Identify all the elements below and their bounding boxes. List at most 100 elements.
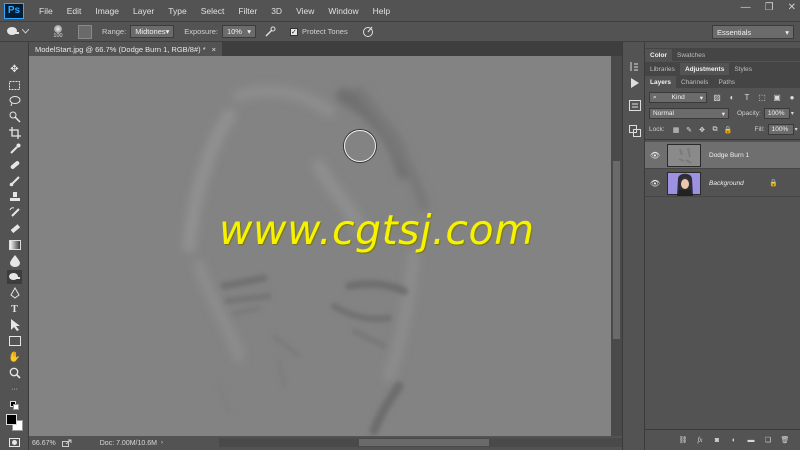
foreground-color-swatch[interactable] (6, 414, 17, 425)
healing-brush-tool-icon[interactable] (7, 158, 22, 172)
link-layers-icon[interactable]: ⛓ (678, 435, 688, 445)
brush-preset-picker[interactable]: 100 (48, 23, 68, 41)
document-tab[interactable]: ModelStart.jpg @ 66.7% (Dodge Burn 1, RG… (29, 42, 223, 56)
tab-swatches[interactable]: Swatches (672, 49, 710, 61)
tab-channels[interactable]: Channels (676, 76, 713, 88)
fill-input[interactable]: 100% (767, 124, 794, 135)
eraser-tool-icon[interactable] (7, 222, 22, 236)
color-panel-tabs: Color Swatches (645, 48, 800, 61)
menu-select[interactable]: Select (194, 6, 232, 16)
layer-style-icon[interactable]: fx (695, 435, 705, 445)
layer-comps-icon[interactable] (628, 124, 641, 137)
eye-icon[interactable]: 👁 (645, 151, 665, 160)
vertical-scrollbar-thumb[interactable] (613, 161, 620, 339)
chevron-down-icon[interactable]: ▾ (795, 126, 798, 133)
close-window-button[interactable]: ✕ (788, 2, 796, 13)
properties-panel-icon[interactable] (628, 99, 641, 112)
horizontal-scrollbar[interactable] (219, 438, 635, 447)
hand-tool-icon[interactable]: ✋ (7, 350, 22, 364)
filter-toggle-icon[interactable]: ● (787, 93, 797, 103)
new-adjustment-layer-icon[interactable]: ◐ (729, 435, 739, 445)
minimize-button[interactable]: — (741, 2, 751, 13)
workspace-switcher[interactable]: Essentials ▾ (712, 25, 794, 39)
exposure-label: Exposure: (184, 27, 218, 36)
menu-filter[interactable]: Filter (231, 6, 264, 16)
menu-3d[interactable]: 3D (264, 6, 289, 16)
clone-stamp-tool-icon[interactable] (7, 190, 22, 204)
pen-tool-icon[interactable] (7, 286, 22, 300)
protect-tones-checkbox[interactable]: ✓ (289, 27, 298, 36)
brush-tool-icon[interactable] (7, 174, 22, 188)
chevron-right-icon[interactable]: › (161, 440, 163, 446)
airbrush-icon[interactable] (264, 26, 276, 38)
range-select[interactable]: Midtones ▾ (130, 25, 175, 38)
default-colors-icon[interactable] (7, 400, 22, 410)
pressure-size-icon[interactable] (362, 26, 374, 38)
exposure-input[interactable]: 10% ▾ (221, 25, 256, 38)
vertical-scrollbar[interactable] (611, 56, 622, 436)
lock-transparency-icon[interactable]: ▦ (672, 125, 681, 134)
opacity-input[interactable]: 100% (763, 108, 790, 119)
rectangle-tool-icon[interactable] (7, 334, 22, 348)
horizontal-scrollbar-thumb[interactable] (359, 439, 489, 446)
menu-help[interactable]: Help (366, 6, 397, 16)
quick-selection-tool-icon[interactable] (7, 110, 22, 124)
restore-button[interactable]: ❐ (765, 2, 774, 13)
lasso-tool-icon[interactable] (7, 94, 22, 108)
type-tool-icon[interactable]: T (7, 302, 22, 316)
quick-mask-icon[interactable] (7, 435, 22, 449)
lock-position-icon[interactable]: ✥ (698, 125, 707, 134)
edit-toolbar-icon[interactable]: ··· (7, 382, 22, 396)
history-panel-icon[interactable] (628, 60, 641, 73)
history-brush-tool-icon[interactable] (7, 206, 22, 220)
brush-panel-toggle-icon[interactable] (78, 24, 92, 39)
menu-edit[interactable]: Edit (60, 6, 89, 16)
layer-row-background[interactable]: 👁 Background 🔒 (645, 170, 800, 197)
crop-tool-icon[interactable] (7, 126, 22, 140)
pixel-filter-icon[interactable]: ▨ (712, 93, 722, 103)
move-tool-icon[interactable]: ✥ (7, 62, 22, 76)
blend-mode-select[interactable]: Normal ▾ (649, 108, 729, 119)
adjustment-filter-icon[interactable]: ◐ (727, 93, 737, 103)
tool-preset-picker[interactable] (6, 24, 38, 40)
document-canvas[interactable]: www.cgtsj.com (29, 56, 611, 436)
lock-artboard-icon[interactable]: ⧉ (711, 125, 720, 134)
kind-filter-select[interactable]: ⌕ Kind ▾ (649, 92, 707, 103)
menu-view[interactable]: View (289, 6, 321, 16)
tab-styles[interactable]: Styles (729, 63, 757, 75)
delete-layer-icon[interactable]: 🗑 (780, 435, 790, 445)
layer-row-dodge-burn[interactable]: 👁 Dodge Burn 1 (645, 142, 800, 169)
share-icon[interactable] (61, 439, 72, 447)
dodge-tool-icon[interactable] (7, 270, 22, 284)
document-tab-bar: ModelStart.jpg @ 66.7% (Dodge Burn 1, RG… (29, 42, 622, 56)
new-group-icon[interactable]: ▬ (746, 435, 756, 445)
tab-color[interactable]: Color (645, 49, 672, 61)
add-mask-icon[interactable]: ◙ (712, 435, 722, 445)
lock-pixels-icon[interactable]: ✎ (685, 125, 694, 134)
blur-tool-icon[interactable] (7, 254, 22, 268)
actions-play-icon[interactable] (628, 76, 641, 89)
smart-object-filter-icon[interactable]: ▣ (772, 93, 782, 103)
marquee-tool-icon[interactable] (7, 78, 22, 92)
close-icon[interactable]: × (212, 45, 216, 54)
tab-adjustments[interactable]: Adjustments (679, 63, 730, 75)
tab-layers[interactable]: Layers (645, 76, 676, 88)
menu-layer[interactable]: Layer (126, 6, 161, 16)
shape-filter-icon[interactable]: ⬚ (757, 93, 767, 103)
chevron-down-icon[interactable]: ▾ (791, 110, 794, 117)
type-filter-icon[interactable]: T (742, 93, 752, 103)
gradient-tool-icon[interactable] (7, 238, 22, 252)
new-layer-icon[interactable]: ❏ (763, 435, 773, 445)
menu-image[interactable]: Image (88, 6, 126, 16)
zoom-level[interactable]: 66.67% (32, 440, 56, 447)
menu-window[interactable]: Window (321, 6, 365, 16)
eyedropper-tool-icon[interactable] (7, 142, 22, 156)
tab-libraries[interactable]: Libraries (645, 63, 680, 75)
menu-type[interactable]: Type (161, 6, 193, 16)
path-selection-tool-icon[interactable] (7, 318, 22, 332)
zoom-tool-icon[interactable] (7, 366, 22, 380)
eye-icon[interactable]: 👁 (645, 179, 665, 188)
menu-file[interactable]: File (32, 6, 60, 16)
lock-all-icon[interactable]: 🔒 (724, 125, 733, 134)
tab-paths[interactable]: Paths (713, 76, 740, 88)
